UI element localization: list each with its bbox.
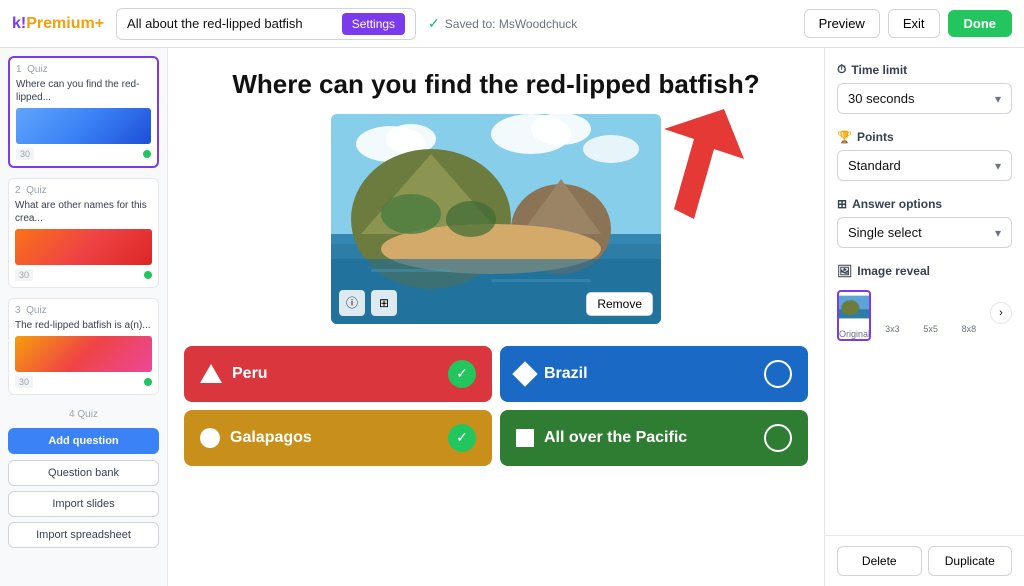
image-reveal-section: 🖼 Image reveal Original — [837, 264, 1012, 341]
quiz-item-2-title: What are other names for this crea... — [15, 199, 152, 225]
answer-check-galapagos: ✓ — [448, 424, 476, 452]
points-label: Points — [857, 130, 894, 144]
chevron-down-icon-2: ▾ — [995, 159, 1001, 173]
answer-card-galapagos[interactable]: Galapagos ✓ — [184, 410, 492, 466]
quiz-item-2-label: 2 Quiz — [15, 185, 152, 196]
reveal-label-original: Original — [839, 329, 869, 339]
time-limit-label: Time limit — [851, 63, 907, 77]
reveal-thumb-original — [839, 292, 869, 322]
answer-card-pacific[interactable]: All over the Pacific — [500, 410, 808, 466]
clock-icon: ⏱ — [837, 62, 846, 77]
quiz-count-label: 4 Quiz — [8, 405, 159, 424]
quiz-item-1-dot — [143, 150, 151, 158]
reveal-option-8x8[interactable]: 8x8 — [952, 290, 986, 341]
sidebar-item-3[interactable]: 3 Quiz The red-lipped batfish is a(n)...… — [8, 298, 159, 395]
quiz-item-1-title: Where can you find the red-lipped... — [16, 78, 151, 104]
title-bar[interactable]: All about the red-lipped batfish Setting… — [116, 8, 416, 40]
image-container: ⓘ ⊞ Remove — [331, 114, 661, 324]
reveal-options-grid: Original 3x3 5x5 8x8 — [837, 290, 986, 341]
reveal-option-3x3[interactable]: 3x3 — [875, 290, 909, 341]
saved-text: Saved to: MsWoodchuck — [445, 17, 578, 31]
answer-options-label: Answer options — [852, 197, 942, 211]
reveal-option-original[interactable]: Original — [837, 290, 871, 341]
panel-footer: Delete Duplicate — [825, 535, 1024, 586]
time-limit-section: ⏱ Time limit 30 seconds ▾ — [837, 62, 1012, 114]
answer-options-select[interactable]: Single select ▾ — [837, 217, 1012, 248]
reveal-label-3x3: 3x3 — [877, 324, 907, 334]
image-reveal-icon: 🖼 — [837, 264, 852, 278]
chevron-down-icon-3: ▾ — [995, 226, 1001, 240]
quiz-item-2-dot — [144, 271, 152, 279]
image-controls: ⓘ ⊞ — [339, 290, 397, 316]
image-reveal-label: Image reveal — [857, 264, 930, 278]
quiz-item-3-num: 30 — [15, 376, 33, 388]
answer-options-value: Single select — [848, 225, 922, 240]
check-icon: ✓ — [428, 15, 440, 32]
quiz-item-3-thumb — [15, 336, 152, 372]
answer-text-peru: Peru — [232, 365, 268, 383]
answer-options-icon: ⊞ — [837, 197, 847, 211]
quiz-item-1-num: 30 — [16, 148, 34, 160]
answer-card-brazil[interactable]: Brazil — [500, 346, 808, 402]
quiz-item-3-dot — [144, 378, 152, 386]
quiz-item-2-thumb — [15, 229, 152, 265]
points-section: 🏆 Points Standard ▾ — [837, 130, 1012, 181]
edit-image-button[interactable]: ⊞ — [371, 290, 397, 316]
question-text: Where can you find the red-lipped batfis… — [192, 68, 800, 102]
quiz-title: All about the red-lipped batfish — [127, 16, 334, 31]
settings-button[interactable]: Settings — [342, 13, 405, 35]
saved-indicator: ✓ Saved to: MsWoodchuck — [428, 15, 792, 32]
answer-card-peru[interactable]: Peru ✓ — [184, 346, 492, 402]
sidebar-item-1[interactable]: 1 Quiz Where can you find the red-lipped… — [8, 56, 159, 168]
points-icon: 🏆 — [837, 130, 852, 144]
quiz-item-2-num: 30 — [15, 269, 33, 281]
answer-grid: Peru ✓ Brazil Galapagos ✓ — [168, 346, 824, 482]
question-area: Where can you find the red-lipped batfis… — [168, 48, 824, 114]
answer-check-peru: ✓ — [448, 360, 476, 388]
points-select[interactable]: Standard ▾ — [837, 150, 1012, 181]
answer-options-section: ⊞ Answer options Single select ▾ — [837, 197, 1012, 248]
diamond-icon — [512, 361, 537, 386]
time-limit-value: 30 seconds — [848, 91, 915, 106]
reveal-label-8x8: 8x8 — [954, 324, 984, 334]
answer-text-brazil: Brazil — [544, 365, 588, 383]
question-bank-button[interactable]: Question bank — [8, 460, 159, 486]
circle-icon — [200, 428, 220, 448]
square-icon — [516, 429, 534, 447]
quiz-item-1-thumb — [16, 108, 151, 144]
import-spreadsheet-button[interactable]: Import spreadsheet — [8, 522, 159, 548]
sidebar: 1 Quiz Where can you find the red-lipped… — [0, 48, 168, 586]
done-button[interactable]: Done — [948, 10, 1013, 37]
remove-image-button[interactable]: Remove — [586, 292, 653, 316]
logo: k!Premium+ — [12, 15, 104, 33]
add-question-button[interactable]: Add question — [8, 428, 159, 454]
reveal-option-5x5[interactable]: 5x5 — [914, 290, 948, 341]
sidebar-item-2[interactable]: 2 Quiz What are other names for this cre… — [8, 178, 159, 288]
time-limit-select[interactable]: 30 seconds ▾ — [837, 83, 1012, 114]
answer-text-galapagos: Galapagos — [230, 429, 312, 447]
quiz-item-1-label: 1 Quiz — [16, 64, 151, 75]
preview-button[interactable]: Preview — [804, 9, 880, 38]
quiz-item-3-title: The red-lipped batfish is a(n)... — [15, 319, 152, 332]
center-panel: Where can you find the red-lipped batfis… — [168, 48, 824, 586]
answer-check-brazil — [764, 360, 792, 388]
quiz-item-3-label: 3 Quiz — [15, 305, 152, 316]
info-button[interactable]: ⓘ — [339, 290, 365, 316]
delete-button[interactable]: Delete — [837, 546, 922, 576]
reveal-next-button[interactable]: › — [990, 302, 1012, 324]
triangle-icon — [200, 364, 222, 383]
answer-check-pacific — [764, 424, 792, 452]
points-value: Standard — [848, 158, 901, 173]
chevron-down-icon: ▾ — [995, 92, 1001, 106]
right-panel: ⏱ Time limit 30 seconds ▾ 🏆 Points Stand… — [824, 48, 1024, 586]
exit-button[interactable]: Exit — [888, 9, 940, 38]
answer-text-pacific: All over the Pacific — [544, 429, 687, 447]
reveal-label-5x5: 5x5 — [916, 324, 946, 334]
import-slides-button[interactable]: Import slides — [8, 491, 159, 517]
duplicate-button[interactable]: Duplicate — [928, 546, 1013, 576]
